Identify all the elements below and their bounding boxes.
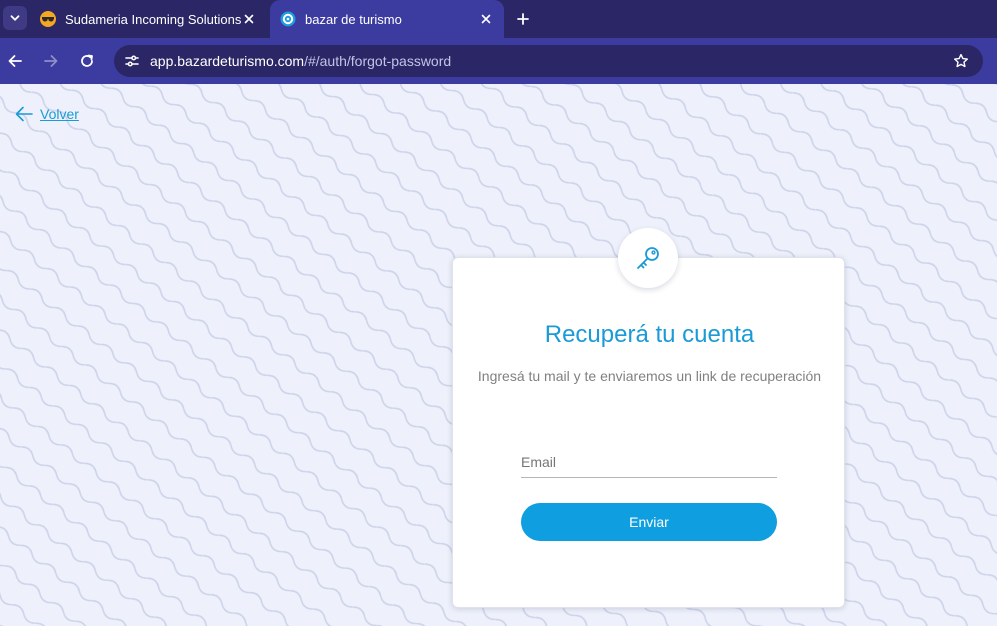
back-link-label: Volver — [40, 106, 79, 122]
tab-title: bazar de turismo — [305, 11, 402, 27]
arrow-right-icon — [44, 55, 58, 67]
tab-search-button[interactable] — [3, 6, 27, 30]
arrow-left-icon — [8, 55, 22, 67]
url-host: app.bazardeturismo.com — [150, 53, 305, 69]
recovery-card: Recuperá tu cuenta Ingresá tu mail y te … — [452, 257, 845, 608]
new-tab-button[interactable] — [512, 8, 534, 30]
arrow-left-icon — [14, 104, 34, 124]
url-path: /#/auth/forgot-password — [304, 53, 452, 69]
email-input[interactable] — [521, 446, 777, 478]
close-icon — [481, 14, 491, 24]
browser-toolbar: app.bazardeturismo.com/#/auth/forgot-pas… — [0, 38, 997, 84]
chevron-down-icon — [10, 15, 20, 21]
bazar-favicon-icon — [280, 11, 296, 27]
close-icon — [244, 14, 254, 24]
send-button[interactable]: Enviar — [521, 503, 777, 541]
close-tab-button[interactable] — [478, 11, 494, 27]
card-title: Recuperá tu cuenta — [544, 321, 755, 348]
bookmark-button[interactable] — [951, 51, 971, 71]
reload-icon — [81, 54, 93, 67]
star-icon — [954, 53, 968, 68]
page-content: Volver Recuperá tu cuenta Ingresá tu mai… — [0, 84, 997, 626]
back-button[interactable] — [3, 49, 27, 73]
plus-icon — [517, 13, 529, 25]
back-link[interactable]: Volver — [14, 104, 79, 124]
key-badge — [618, 228, 678, 288]
site-info-button[interactable] — [122, 51, 142, 71]
tab-bazar-de-turismo[interactable]: bazar de turismo — [270, 0, 504, 38]
tab-title: Sudameria Incoming Solutions — [65, 11, 241, 27]
forward-button[interactable] — [39, 49, 63, 73]
tune-icon — [125, 55, 139, 67]
close-tab-button[interactable] — [241, 11, 257, 27]
url-text: app.bazardeturismo.com/#/auth/forgot-pas… — [150, 53, 451, 69]
key-icon — [637, 247, 659, 269]
tab-bar: Sudameria Incoming Solutions bazar de tu… — [0, 0, 997, 38]
sunglasses-favicon-icon — [40, 11, 56, 27]
tab-sudameria[interactable]: Sudameria Incoming Solutions — [30, 0, 267, 38]
reload-button[interactable] — [75, 49, 99, 73]
card-subtitle: Ingresá tu mail y te enviaremos un link … — [477, 368, 822, 384]
address-bar[interactable]: app.bazardeturismo.com/#/auth/forgot-pas… — [114, 45, 983, 77]
